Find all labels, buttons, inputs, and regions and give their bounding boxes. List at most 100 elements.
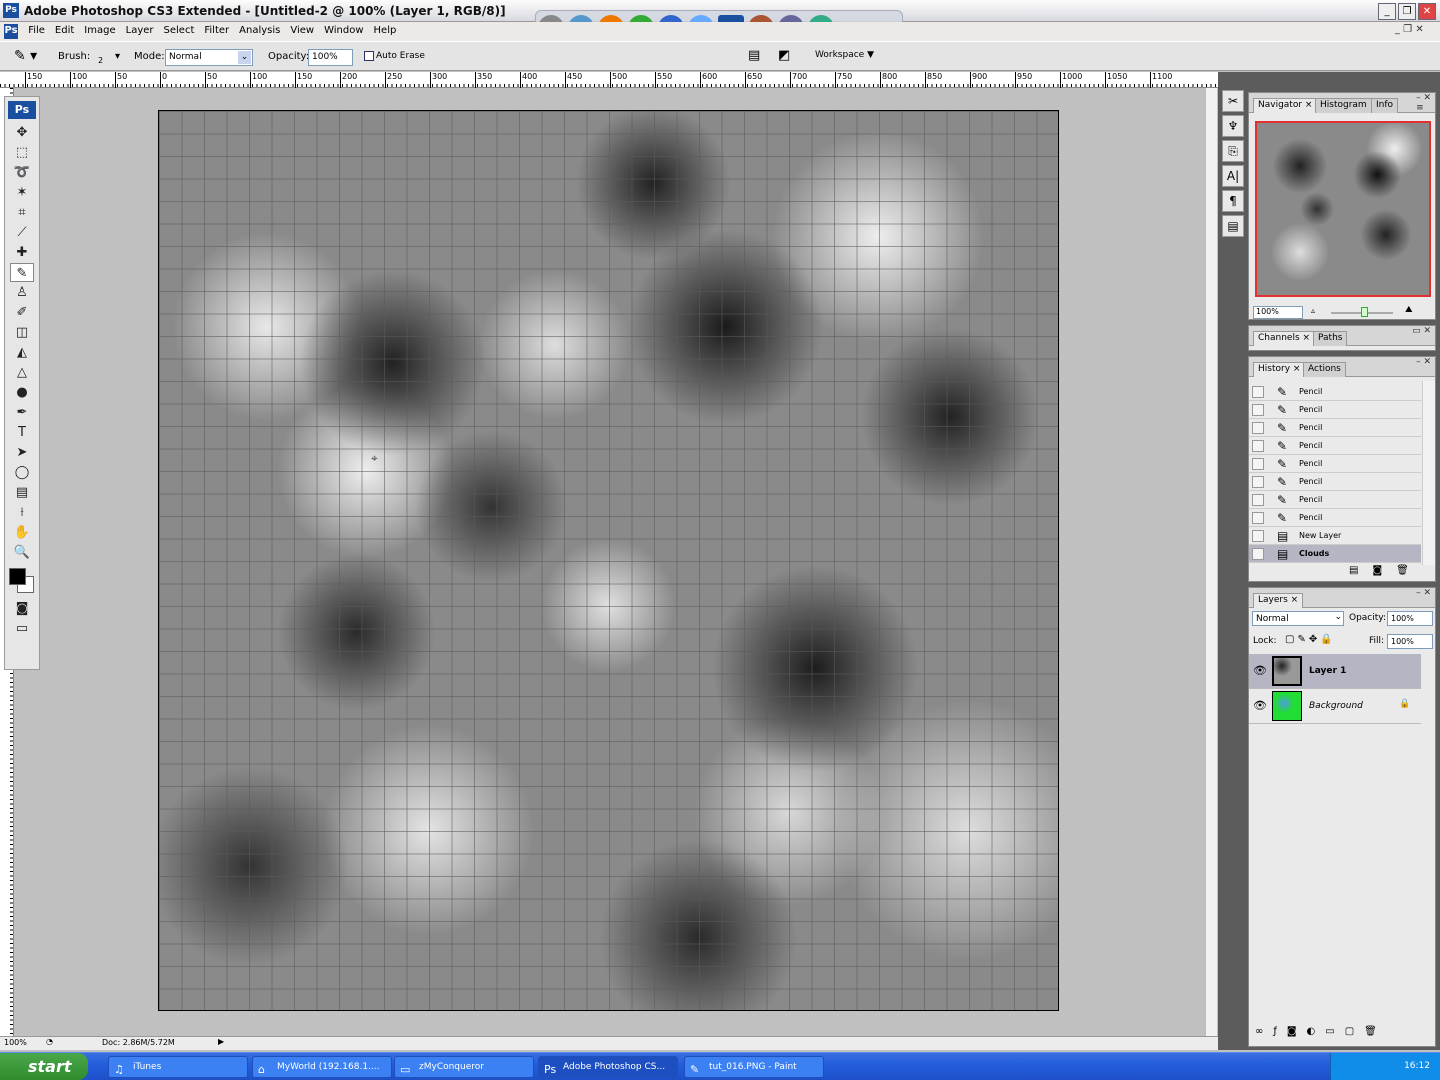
ps-logo-icon[interactable]: Ps (8, 101, 36, 119)
magic-wand-tool-icon[interactable]: ✶ (10, 183, 34, 202)
document-window-controls[interactable]: _ ❐ ✕ (1395, 24, 1424, 35)
healing-tool-icon[interactable]: ✚ (10, 243, 34, 262)
menu-edit[interactable]: Edit (50, 22, 79, 39)
pencil-tool-icon[interactable]: ✎ (10, 263, 34, 282)
panel-menu-icon[interactable]: ▭ ✕ (1412, 326, 1431, 336)
history-checkbox[interactable] (1252, 512, 1264, 524)
tab-histogram[interactable]: Histogram (1315, 98, 1372, 113)
history-item[interactable]: ✎ Pencil (1249, 491, 1421, 509)
pen-tool-icon[interactable]: ✒ (10, 403, 34, 422)
quick-mask-icon[interactable]: ◙ (10, 599, 34, 618)
lasso-tool-icon[interactable]: ➰ (10, 163, 34, 182)
panel-menu-icon[interactable]: – ✕ (1416, 357, 1431, 367)
close-button[interactable]: ✕ (1418, 3, 1436, 20)
marquee-tool-icon[interactable]: ⬚ (10, 143, 34, 162)
status-icon[interactable]: ◔ (46, 1037, 53, 1046)
tab-info[interactable]: Info (1371, 98, 1399, 113)
status-menu-arrow-icon[interactable]: ▶ (218, 1037, 224, 1046)
layers-footer-buttons[interactable]: ∞ƒ◙◐▭▢🗑 (1255, 1026, 1387, 1037)
character-icon[interactable]: A| (1222, 165, 1244, 187)
navigator-preview[interactable] (1255, 121, 1431, 297)
crop-tool-icon[interactable]: ⌗ (10, 203, 34, 222)
mode-select[interactable]: Normal ⌄ (165, 49, 253, 66)
foreground-color-swatch[interactable] (9, 568, 26, 585)
screen-mode-icon[interactable]: ▭ (10, 619, 34, 638)
tab-history[interactable]: History × (1253, 362, 1306, 377)
history-checkbox[interactable] (1252, 458, 1264, 470)
eyedropper-tool-icon[interactable]: ⟊ (10, 503, 34, 522)
history-checkbox[interactable] (1252, 440, 1264, 452)
shape-tool-icon[interactable]: ◯ (10, 463, 34, 482)
tool-presets-icon[interactable]: ✂ (1222, 90, 1244, 112)
notes-tool-icon[interactable]: ▤ (10, 483, 34, 502)
taskbar-item[interactable]: ⌂ MyWorld (192.168.1.... (252, 1056, 392, 1078)
eye-icon[interactable]: 👁 (1253, 664, 1267, 677)
menu-file[interactable]: File (23, 22, 50, 39)
tab-navigator[interactable]: Navigator × (1253, 98, 1318, 113)
layer-comps-icon[interactable]: ▤ (1222, 215, 1244, 237)
zoom-slider-thumb[interactable] (1361, 307, 1368, 317)
history-item[interactable]: ✎ Pencil (1249, 419, 1421, 437)
history-scrollbar[interactable] (1422, 381, 1435, 565)
zoom-out-icon[interactable]: ▵ (1311, 306, 1315, 315)
history-checkbox[interactable] (1252, 494, 1264, 506)
tool-preset-picker[interactable]: ✎ ▾ (14, 48, 37, 64)
zoom-in-icon[interactable]: ⛰ (1405, 305, 1413, 315)
history-item[interactable]: ✎ Pencil (1249, 437, 1421, 455)
tab-layers[interactable]: Layers × (1253, 593, 1304, 608)
navigator-zoom-input[interactable]: 100% (1253, 306, 1303, 319)
taskbar-item[interactable]: Ps Adobe Photoshop CS... (538, 1056, 678, 1078)
lock-buttons[interactable]: ▢✎✥🔒 (1285, 634, 1336, 645)
blur-tool-icon[interactable]: △ (10, 363, 34, 382)
menu-filter[interactable]: Filter (199, 22, 234, 39)
history-footer-buttons[interactable]: ▤◙🗑 (1349, 565, 1423, 576)
slice-tool-icon[interactable]: ⟋ (10, 223, 34, 242)
bridge-icon[interactable]: ◩ (778, 48, 790, 63)
history-item[interactable]: ✎ Pencil (1249, 509, 1421, 527)
history-checkbox[interactable] (1252, 530, 1264, 542)
menu-image[interactable]: Image (79, 22, 120, 39)
vertical-scrollbar[interactable] (1205, 88, 1217, 1036)
tab-actions[interactable]: Actions (1303, 362, 1346, 377)
history-checkbox[interactable] (1252, 386, 1264, 398)
move-tool-icon[interactable]: ✥ (10, 123, 34, 142)
zoom-tool-icon[interactable]: 🔍 (10, 543, 34, 562)
palette-well-icon[interactable]: ▤ (748, 48, 760, 63)
tab-paths[interactable]: Paths (1313, 331, 1348, 346)
history-brush-tool-icon[interactable]: ✐ (10, 303, 34, 322)
fill-input[interactable]: 100% (1387, 634, 1433, 649)
blend-mode-select[interactable]: Normal ⌄ (1252, 611, 1344, 626)
taskbar-item[interactable]: ♫ iTunes (108, 1056, 248, 1078)
path-select-tool-icon[interactable]: ➤ (10, 443, 34, 462)
menu-select[interactable]: Select (159, 22, 200, 39)
menu-window[interactable]: Window (319, 22, 368, 39)
opacity-input[interactable]: 100% (308, 49, 353, 66)
history-item[interactable]: ▤ Clouds (1249, 545, 1421, 563)
document-canvas[interactable]: ⌖ (158, 110, 1059, 1011)
brushes-icon[interactable]: ♆ (1222, 115, 1244, 137)
minimize-button[interactable]: _ (1378, 3, 1396, 20)
menu-analysis[interactable]: Analysis (234, 22, 285, 39)
panel-menu-icon[interactable]: – ✕ ≡ (1416, 93, 1431, 113)
maximize-button[interactable]: ❐ (1398, 3, 1416, 20)
history-item[interactable]: ✎ Pencil (1249, 473, 1421, 491)
dodge-tool-icon[interactable]: ● (10, 383, 34, 402)
taskbar-item[interactable]: ▭ zMyConqueror (394, 1056, 534, 1078)
history-item[interactable]: ✎ Pencil (1249, 401, 1421, 419)
menu-layer[interactable]: Layer (121, 22, 159, 39)
zoom-level[interactable]: 100% (4, 1038, 27, 1047)
history-item[interactable]: ✎ Pencil (1249, 383, 1421, 401)
paragraph-icon[interactable]: ¶ (1222, 190, 1244, 212)
history-checkbox[interactable] (1252, 476, 1264, 488)
history-checkbox[interactable] (1252, 422, 1264, 434)
tab-channels[interactable]: Channels × (1253, 331, 1316, 346)
start-button[interactable]: start (0, 1053, 88, 1080)
brush-dropdown-icon[interactable]: ▾ (115, 51, 120, 62)
workspace-menu[interactable]: Workspace ▼ (815, 50, 874, 60)
hand-tool-icon[interactable]: ✋ (10, 523, 34, 542)
brush-size[interactable]: 2 (98, 56, 103, 65)
auto-erase-checkbox[interactable] (364, 51, 374, 61)
clone-source-icon[interactable]: ⎘ (1222, 140, 1244, 162)
history-item[interactable]: ✎ Pencil (1249, 455, 1421, 473)
layer-row-background[interactable]: 👁 Background 🔒 (1249, 689, 1421, 724)
